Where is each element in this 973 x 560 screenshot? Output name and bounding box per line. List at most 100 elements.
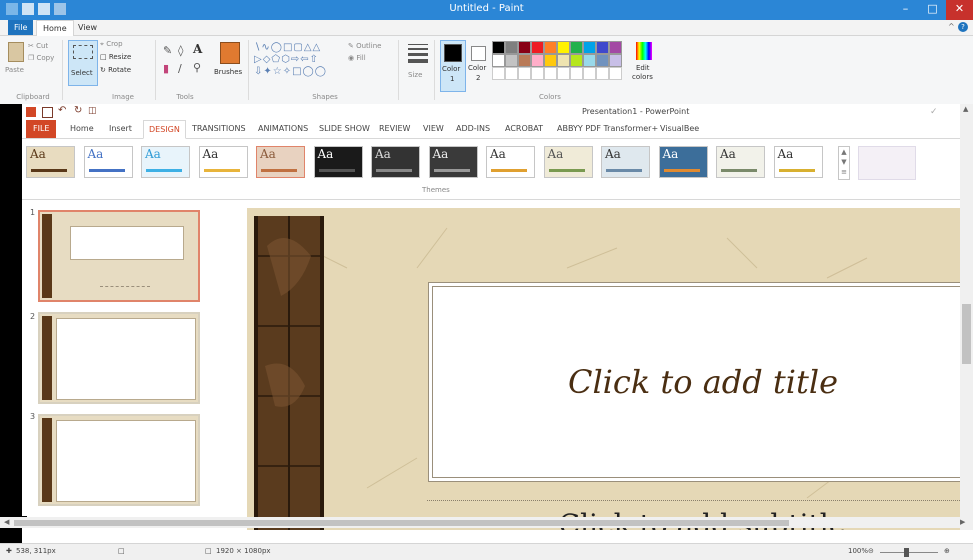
theme-thumbnail[interactable]: Aa bbox=[428, 146, 478, 178]
resize-button[interactable]: □ Resize bbox=[100, 53, 131, 61]
horizontal-scrollbar[interactable]: ◀ ▶ bbox=[0, 517, 973, 528]
custom-color-swatch[interactable] bbox=[492, 67, 505, 80]
rotate-button[interactable]: ↻ Rotate bbox=[100, 66, 131, 74]
palette-swatch[interactable] bbox=[531, 41, 544, 54]
palette-swatch[interactable] bbox=[609, 41, 622, 54]
zoom-slider-thumb[interactable] bbox=[904, 548, 909, 557]
crop-button[interactable]: ⌖ Crop bbox=[100, 40, 123, 49]
tab-add-ins[interactable]: ADD-INS bbox=[456, 120, 490, 138]
select-button[interactable]: Select bbox=[68, 40, 98, 86]
tab-transitions[interactable]: TRANSITIONS bbox=[192, 120, 246, 138]
theme-thumbnail[interactable]: Aa bbox=[141, 146, 190, 178]
themes-scroll-more-icon[interactable]: ▲ ▼ ≡ bbox=[838, 146, 850, 180]
text-icon[interactable]: A bbox=[193, 42, 202, 56]
palette-swatch[interactable] bbox=[583, 41, 596, 54]
palette-swatch[interactable] bbox=[518, 41, 531, 54]
eraser-icon[interactable]: ▮ bbox=[163, 62, 169, 75]
tab-view[interactable]: View bbox=[72, 20, 103, 35]
palette-swatch[interactable] bbox=[596, 54, 609, 67]
theme-thumbnail[interactable]: Aa bbox=[256, 146, 305, 178]
pin-icon[interactable]: ✓ bbox=[930, 107, 938, 117]
theme-thumbnail[interactable]: Aa bbox=[371, 146, 420, 178]
help-icon[interactable]: ? bbox=[958, 22, 968, 32]
palette-swatch[interactable] bbox=[570, 41, 583, 54]
palette-swatch[interactable] bbox=[518, 54, 531, 67]
theme-thumbnail[interactable]: Aa bbox=[773, 146, 823, 178]
theme-thumbnail[interactable]: Aa bbox=[313, 146, 363, 178]
paste-label[interactable]: Paste bbox=[5, 66, 24, 74]
theme-thumbnail[interactable]: Aa bbox=[486, 146, 535, 178]
scroll-left-icon[interactable]: ◀ bbox=[4, 518, 9, 526]
custom-color-swatch[interactable] bbox=[531, 67, 544, 80]
tab-insert[interactable]: Insert bbox=[109, 120, 132, 138]
theme-thumbnail[interactable]: Aa bbox=[26, 146, 75, 178]
vertical-scroll-thumb[interactable] bbox=[962, 304, 971, 364]
scroll-right-icon[interactable]: ▶ bbox=[960, 518, 965, 526]
custom-color-swatch[interactable] bbox=[596, 67, 609, 80]
tab-visualbee[interactable]: VisualBee bbox=[660, 120, 699, 138]
palette-swatch[interactable] bbox=[596, 41, 609, 54]
palette-swatch[interactable] bbox=[609, 54, 622, 67]
save-icon[interactable] bbox=[42, 107, 53, 118]
custom-color-swatch[interactable] bbox=[518, 67, 531, 80]
palette-swatch[interactable] bbox=[583, 54, 596, 67]
brushes-button[interactable]: Brushes bbox=[214, 40, 244, 84]
slide-thumbnail-3[interactable] bbox=[38, 414, 200, 506]
theme-thumbnail[interactable]: Aa bbox=[658, 146, 708, 178]
custom-color-swatch[interactable] bbox=[609, 67, 622, 80]
custom-color-swatch[interactable] bbox=[544, 67, 557, 80]
tab-design[interactable]: DESIGN bbox=[143, 120, 186, 139]
tab-abbyy[interactable]: ABBYY PDF Transformer+ bbox=[557, 120, 658, 138]
tab-animations[interactable]: ANIMATIONS bbox=[258, 120, 308, 138]
cut-button[interactable]: ✂ Cut bbox=[28, 42, 48, 50]
vertical-scrollbar[interactable]: ▲ bbox=[960, 104, 973, 530]
start-slideshow-icon[interactable]: ◫ bbox=[88, 106, 97, 116]
color2-button[interactable]: Color 2 bbox=[467, 40, 491, 90]
palette-swatch[interactable] bbox=[544, 54, 557, 67]
zoom-out-icon[interactable]: ⊝ bbox=[868, 547, 874, 555]
edit-colors-button[interactable]: Edit colors bbox=[630, 40, 660, 90]
palette-swatch[interactable] bbox=[544, 41, 557, 54]
palette-swatch[interactable] bbox=[557, 54, 570, 67]
fill-button[interactable]: ◉ Fill bbox=[348, 54, 366, 62]
zoom-slider[interactable] bbox=[880, 552, 938, 553]
redo-icon[interactable]: ↻ bbox=[74, 105, 82, 116]
zoom-in-icon[interactable]: ⊕ bbox=[944, 547, 950, 555]
theme-thumbnail[interactable]: Aa bbox=[601, 146, 650, 178]
paste-icon[interactable] bbox=[8, 42, 24, 62]
minimize-button[interactable]: – bbox=[892, 0, 919, 20]
color-picker-icon[interactable]: ∕ bbox=[178, 62, 182, 75]
tab-file[interactable]: File bbox=[8, 20, 34, 35]
custom-color-swatch[interactable] bbox=[505, 67, 518, 80]
palette-swatch[interactable] bbox=[505, 54, 518, 67]
tab-view[interactable]: VIEW bbox=[423, 120, 444, 138]
slide-thumbnail-1[interactable] bbox=[38, 210, 200, 302]
palette-swatch[interactable] bbox=[531, 54, 544, 67]
undo-icon[interactable]: ↶ bbox=[58, 105, 66, 116]
magnifier-icon[interactable]: ⚲ bbox=[193, 61, 201, 74]
title-placeholder[interactable]: Click to add title bbox=[432, 286, 973, 478]
palette-swatch[interactable] bbox=[505, 41, 518, 54]
custom-color-swatch[interactable] bbox=[583, 67, 596, 80]
tab-slide-show[interactable]: SLIDE SHOW bbox=[319, 120, 370, 138]
palette-swatch[interactable] bbox=[492, 54, 505, 67]
palette-swatch[interactable] bbox=[570, 54, 583, 67]
fill-icon[interactable]: ◊ bbox=[178, 44, 183, 57]
maximize-button[interactable]: □ bbox=[919, 0, 946, 20]
tab-home[interactable]: Home bbox=[70, 120, 94, 138]
theme-thumbnail[interactable]: Aa bbox=[716, 146, 765, 178]
palette-swatch[interactable] bbox=[557, 41, 570, 54]
pencil-icon[interactable]: ✎ bbox=[163, 44, 172, 57]
horizontal-scroll-thumb[interactable] bbox=[14, 520, 789, 526]
tab-review[interactable]: REVIEW bbox=[379, 120, 410, 138]
scroll-up-icon[interactable]: ▲ bbox=[963, 105, 968, 113]
custom-color-swatch[interactable] bbox=[570, 67, 583, 80]
theme-thumbnail[interactable]: Aa bbox=[198, 146, 248, 178]
tab-home[interactable]: Home bbox=[36, 20, 74, 36]
variants-gallery[interactable] bbox=[858, 146, 916, 180]
collapse-ribbon-icon[interactable]: ^ bbox=[948, 22, 955, 31]
close-button[interactable]: ✕ bbox=[946, 0, 973, 20]
outline-button[interactable]: ✎ Outline bbox=[348, 42, 381, 50]
custom-color-swatch[interactable] bbox=[557, 67, 570, 80]
slide-thumbnail-2[interactable] bbox=[38, 312, 200, 404]
